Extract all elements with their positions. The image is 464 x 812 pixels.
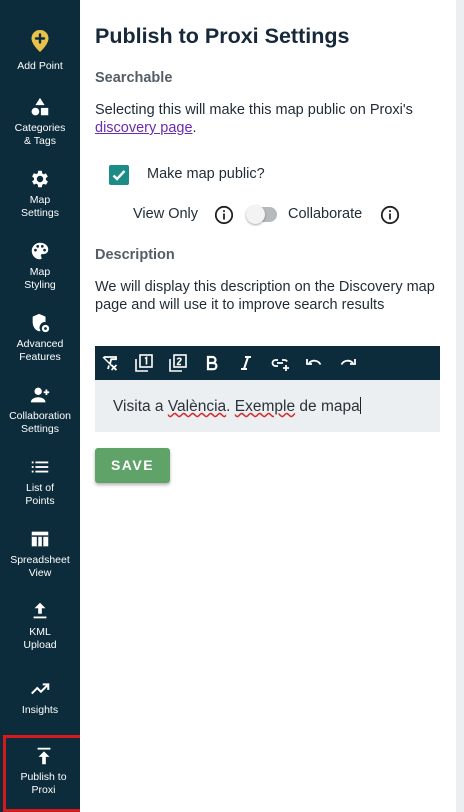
searchable-heading: Searchable xyxy=(95,70,173,86)
bold-icon[interactable] xyxy=(202,353,222,373)
sidebar-item-label: List of Points xyxy=(25,482,55,507)
sidebar-item-label: Publish to Proxi xyxy=(20,771,67,796)
sidebar-item-label: Advanced Features xyxy=(16,338,64,363)
editor-toolbar xyxy=(95,346,440,380)
sidebar-item-collaboration-settings[interactable]: Collaboration Settings xyxy=(0,384,80,436)
sidebar-item-kml-upload[interactable]: KML Upload xyxy=(0,600,80,652)
upload-icon xyxy=(33,602,47,619)
page-title: Publish to Proxi Settings xyxy=(95,24,350,48)
undo-icon[interactable] xyxy=(304,353,324,373)
check-icon xyxy=(112,170,126,181)
sidebar-item-categories-tags[interactable]: Categories & Tags xyxy=(0,96,80,148)
gear-icon xyxy=(32,170,48,188)
person-add-icon xyxy=(30,387,50,403)
misspelled-word: Exemple xyxy=(234,398,296,415)
editor-text-part: . xyxy=(226,398,235,415)
misspelled-word: València xyxy=(167,398,227,415)
sidebar-item-map-styling[interactable]: Map Styling xyxy=(0,240,80,292)
discovery-page-link[interactable]: discovery page xyxy=(95,120,193,136)
sidebar-item-label: KML Upload xyxy=(23,626,57,651)
shield-settings-icon xyxy=(32,313,50,333)
right-edge-strip xyxy=(456,0,464,812)
italic-icon[interactable] xyxy=(236,353,256,373)
sidebar-item-list-of-points[interactable]: List of Points xyxy=(0,456,80,508)
sidebar-item-label: Map Styling xyxy=(24,266,56,291)
sidebar-item-publish-to-proxi[interactable]: Publish to Proxi xyxy=(3,735,84,812)
collaborate-label: Collaborate xyxy=(288,206,363,222)
sidebar: Add Point Categories & Tags Map Settings… xyxy=(0,0,84,812)
sidebar-item-advanced-features[interactable]: Advanced Features xyxy=(0,312,80,364)
searchable-description: Selecting this will make this map public… xyxy=(95,101,440,137)
editor-text-part: de mapa xyxy=(295,398,360,415)
sidebar-item-label: Insights xyxy=(21,704,59,716)
info-icon[interactable] xyxy=(214,205,234,225)
sidebar-item-add-point[interactable]: Add Point xyxy=(0,26,80,73)
add-point-icon xyxy=(31,30,49,52)
make-public-label: Make map public? xyxy=(147,166,265,182)
toggle-knob xyxy=(246,205,265,224)
publish-icon xyxy=(37,747,50,765)
searchable-text: Selecting this will make this map public… xyxy=(95,102,413,118)
list-icon xyxy=(31,461,49,473)
description-editor[interactable]: Visita a València. Exemple de mapa xyxy=(95,380,440,432)
sidebar-item-label: Map Settings xyxy=(21,194,59,219)
link-icon[interactable] xyxy=(270,353,290,373)
view-only-label: View Only xyxy=(133,206,199,222)
save-button[interactable]: SAVE xyxy=(95,448,170,483)
make-public-checkbox[interactable] xyxy=(109,165,129,185)
sidebar-item-label: Categories & Tags xyxy=(14,122,66,147)
sidebar-item-label: Spreadsheet View xyxy=(10,554,70,579)
clear-format-icon[interactable] xyxy=(100,353,120,373)
editor-text-part: Visita a xyxy=(113,398,168,415)
redo-icon[interactable] xyxy=(338,353,358,373)
editor-content[interactable]: Visita a València. Exemple de mapa xyxy=(113,397,361,416)
searchable-text-end: . xyxy=(192,120,197,136)
description-heading: Description xyxy=(95,247,175,263)
collaborate-toggle[interactable] xyxy=(246,205,277,224)
trending-up-icon xyxy=(31,683,50,695)
text-caret xyxy=(359,397,361,414)
heading-2-icon[interactable] xyxy=(168,353,188,373)
description-help: We will display this description on the … xyxy=(95,279,435,313)
sidebar-item-label: Add Point xyxy=(17,60,63,72)
shapes-icon xyxy=(31,97,49,116)
table-icon xyxy=(31,531,49,547)
heading-1-icon[interactable] xyxy=(134,353,154,373)
palette-icon xyxy=(31,242,49,260)
sidebar-item-spreadsheet-view[interactable]: Spreadsheet View xyxy=(0,528,80,580)
info-icon[interactable] xyxy=(380,205,400,225)
sidebar-item-map-settings[interactable]: Map Settings xyxy=(0,168,80,220)
sidebar-item-insights[interactable]: Insights xyxy=(0,678,80,717)
sidebar-item-label: Collaboration Settings xyxy=(9,410,71,435)
publish-settings-panel: Publish to Proxi Settings Searchable Sel… xyxy=(80,0,456,812)
